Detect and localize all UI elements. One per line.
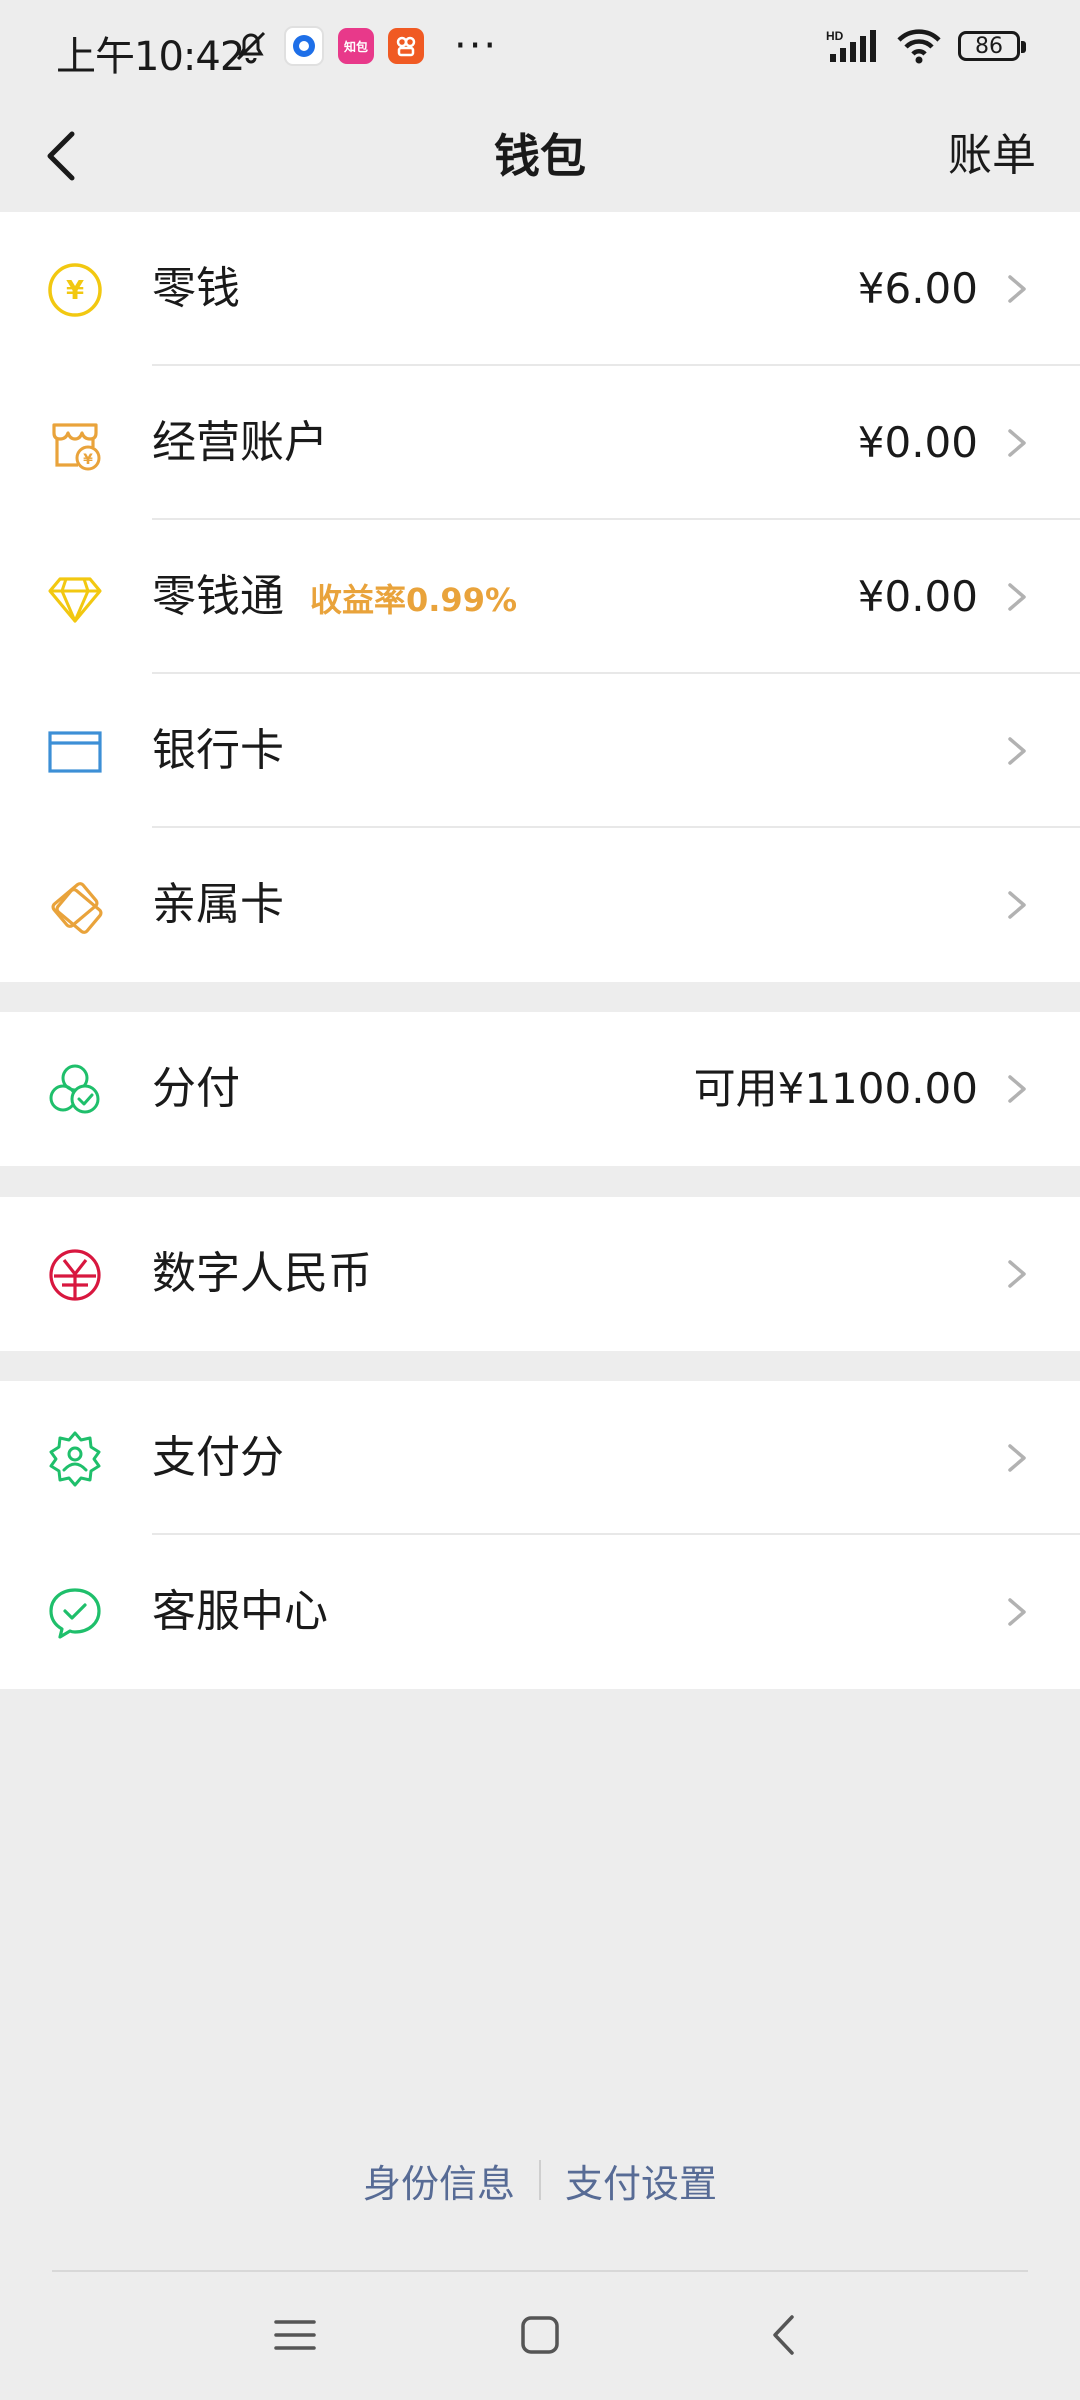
- bill-button[interactable]: 账单: [948, 100, 1036, 212]
- pink-app-icon: 知包: [338, 28, 374, 64]
- digital-rmb-icon: [49, 1249, 101, 1301]
- status-left-icons: 知包 ···: [232, 26, 498, 66]
- system-nav-bar: [0, 2290, 1080, 2380]
- system-nav-divider: [52, 2270, 1028, 2272]
- chevron-right-icon: [1008, 1260, 1026, 1288]
- shop-icon: ¥: [52, 423, 101, 471]
- digital-rmb-group: 数字人民币: [0, 1197, 1080, 1351]
- row-label: 零钱通 收益率0.99%: [152, 520, 517, 674]
- wifi-icon: [897, 29, 941, 64]
- yuan-coin-icon: ¥: [48, 263, 102, 317]
- menu-icon[interactable]: [270, 2310, 320, 2360]
- payment-settings-link[interactable]: 支付设置: [565, 2153, 717, 2208]
- svg-text:¥: ¥: [83, 452, 93, 468]
- row-label: 分付: [152, 1063, 240, 1114]
- blue-app-icon: [284, 26, 324, 66]
- family-card-icon: [51, 882, 103, 934]
- row-label: 零钱: [152, 263, 240, 314]
- pay-score-icon: [49, 1431, 101, 1487]
- chevron-right-icon: [1008, 737, 1026, 765]
- orange-app-icon: [388, 28, 424, 64]
- service-group: 支付分 客服中心: [0, 1381, 1080, 1689]
- nav-bar: 钱包 账单: [0, 100, 1080, 212]
- chevron-right-icon: [1008, 583, 1026, 611]
- status-bar: 上午10:42 知包 ··· HD 86: [0, 0, 1080, 100]
- row-label: 经营账户: [152, 417, 328, 468]
- row-value: ¥6.00: [857, 264, 978, 313]
- row-business[interactable]: ¥ 经营账户 ¥0.00: [0, 366, 1080, 520]
- chevron-right-icon: [1008, 1075, 1026, 1103]
- diamond-icon: [48, 577, 102, 623]
- row-label-text: 零钱通: [152, 571, 284, 622]
- footer-links: 身份信息 支付设置: [0, 2148, 1080, 2212]
- yield-rate-badge: 收益率0.99%: [310, 581, 518, 619]
- credit-group: 分付 可用¥1100.00: [0, 1012, 1080, 1166]
- footer-separator: [539, 2160, 541, 2200]
- row-family-card[interactable]: 亲属卡: [0, 828, 1080, 982]
- mute-bell-icon: [236, 31, 266, 64]
- svg-text:¥: ¥: [66, 276, 84, 306]
- chevron-right-icon: [1008, 1444, 1026, 1472]
- row-bank-card[interactable]: 银行卡: [0, 674, 1080, 828]
- status-more-indicator: ···: [454, 23, 499, 69]
- fenfu-icon: [49, 1064, 100, 1114]
- row-customer-service[interactable]: 客服中心: [0, 1535, 1080, 1689]
- status-right-icons: HD 86: [824, 28, 1026, 64]
- chevron-right-icon: [1008, 429, 1026, 457]
- row-label: 银行卡: [152, 725, 284, 776]
- row-pay-score[interactable]: 支付分: [0, 1381, 1080, 1535]
- system-back-icon[interactable]: [760, 2310, 810, 2360]
- battery-level: 86: [975, 33, 1003, 59]
- chevron-right-icon: [1008, 275, 1026, 303]
- bank-card-icon: [48, 731, 102, 773]
- back-arrow-icon[interactable]: [30, 120, 102, 192]
- row-value: 可用¥1100.00: [693, 1064, 978, 1113]
- hd-label: HD: [826, 29, 844, 43]
- row-value: ¥0.00: [857, 418, 978, 467]
- chevron-right-icon: [1008, 891, 1026, 919]
- identity-info-link[interactable]: 身份信息: [363, 2153, 515, 2208]
- row-label: 数字人民币: [152, 1248, 372, 1299]
- row-digital-rmb[interactable]: 数字人民币: [0, 1197, 1080, 1351]
- row-lqt[interactable]: 零钱通 收益率0.99% ¥0.00: [0, 520, 1080, 674]
- signal-icon: HD: [826, 29, 876, 62]
- status-time: 上午10:42: [56, 34, 245, 80]
- row-label: 亲属卡: [152, 879, 284, 930]
- customer-service-icon: [49, 1588, 101, 1639]
- battery-icon: 86: [958, 31, 1026, 61]
- row-change[interactable]: ¥ 零钱 ¥6.00: [0, 212, 1080, 366]
- chevron-right-icon: [1008, 1598, 1026, 1626]
- row-label: 支付分: [152, 1432, 284, 1483]
- row-value: ¥0.00: [857, 572, 978, 621]
- row-fenfu[interactable]: 分付 可用¥1100.00: [0, 1012, 1080, 1166]
- page-title: 钱包: [494, 129, 586, 183]
- home-icon[interactable]: [515, 2310, 565, 2360]
- wallet-assets-group: ¥ 零钱 ¥6.00 ¥ 经营账户 ¥0.00 零钱通 收益率0.99% ¥0.0…: [0, 212, 1080, 982]
- row-label: 客服中心: [152, 1586, 328, 1637]
